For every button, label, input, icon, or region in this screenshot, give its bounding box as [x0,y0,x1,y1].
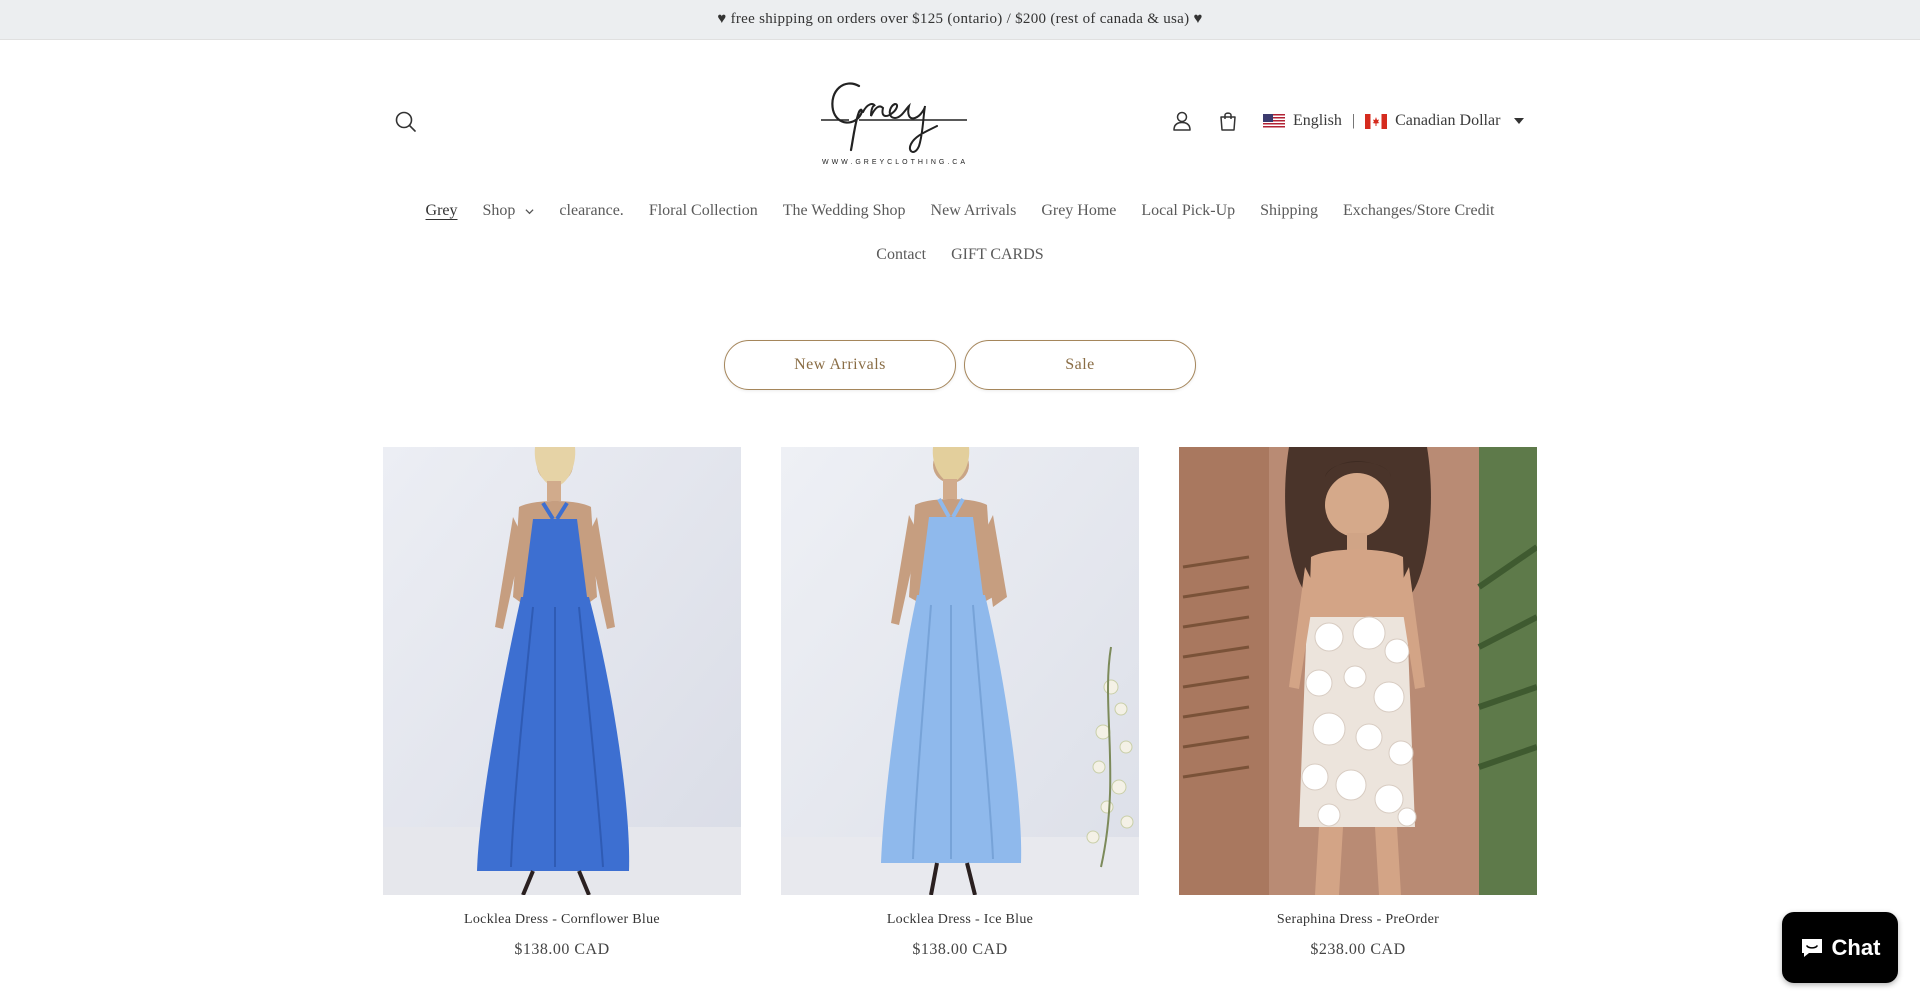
announcement-bar: ♥ free shipping on orders over $125 (ont… [0,0,1920,40]
search-icon[interactable] [390,106,422,138]
header-actions: English | Canadian Dollar [1165,104,1525,138]
nav-item-gift-cards[interactable]: GIFT CARDS [951,246,1044,264]
chat-bubble-icon [1801,938,1822,957]
nav-item-wedding-shop[interactable]: The Wedding Shop [783,202,906,220]
product-title[interactable]: Seraphina Dress - PreOrder [1179,912,1537,928]
nav-item-contact[interactable]: Contact [876,246,926,264]
canada-flag-icon [1365,113,1388,129]
new-arrivals-button[interactable]: New Arrivals [724,340,956,390]
product-card[interactable]: Seraphina Dress - PreOrder $238.00 CAD [1179,447,1537,959]
product-price: $238.00 CAD [1310,941,1406,958]
product-price: $138.00 CAD [514,941,610,958]
product-price: $138.00 CAD [912,941,1008,958]
announcement-text: ♥ free shipping on orders over $125 (ont… [717,11,1203,27]
nav-item-grey[interactable]: Grey [426,202,458,220]
product-card[interactable]: Locklea Dress - Ice Blue $138.00 CAD [781,447,1139,959]
locale-separator: | [1351,112,1356,129]
cart-icon[interactable] [1211,104,1245,138]
sale-button[interactable]: Sale [964,340,1196,390]
chevron-down-icon [525,208,534,214]
nav-item-shipping[interactable]: Shipping [1260,202,1318,220]
us-flag-icon [1263,113,1285,129]
caret-down-icon [1514,118,1525,124]
product-image[interactable] [781,447,1139,895]
chat-button[interactable]: Chat [1782,912,1898,983]
nav-item-exchanges[interactable]: Exchanges/Store Credit [1343,202,1495,220]
product-title[interactable]: Locklea Dress - Ice Blue [781,912,1139,928]
nav-item-clearance[interactable]: clearance. [559,202,623,220]
nav-item-new-arrivals[interactable]: New Arrivals [931,202,1017,220]
product-title[interactable]: Locklea Dress - Cornflower Blue [383,912,741,928]
chat-label: Chat [1831,934,1881,960]
nav-item-local-pickup[interactable]: Local Pick-Up [1141,202,1235,220]
product-image[interactable] [383,447,741,895]
language-label: English [1293,112,1342,129]
product-card[interactable]: Locklea Dress - Cornflower Blue $138.00 … [383,447,741,959]
nav-item-floral-collection[interactable]: Floral Collection [649,202,758,220]
main-nav-row-1: Grey Shop clearance. Floral Collection T… [0,202,1920,220]
logo[interactable]: WWW.GREYCLOTHING.CA [815,66,975,172]
nav-item-grey-home[interactable]: Grey Home [1041,202,1116,220]
currency-label: Canadian Dollar [1395,112,1501,129]
main-nav-row-2: Contact GIFT CARDS [0,246,1920,264]
logo-url-text: WWW.GREYCLOTHING.CA [822,159,968,166]
product-image[interactable] [1179,447,1537,895]
nav-item-shop[interactable]: Shop [483,202,535,220]
locale-selector[interactable]: English | Canadian Dollar [1263,112,1525,130]
account-icon[interactable] [1165,104,1199,138]
